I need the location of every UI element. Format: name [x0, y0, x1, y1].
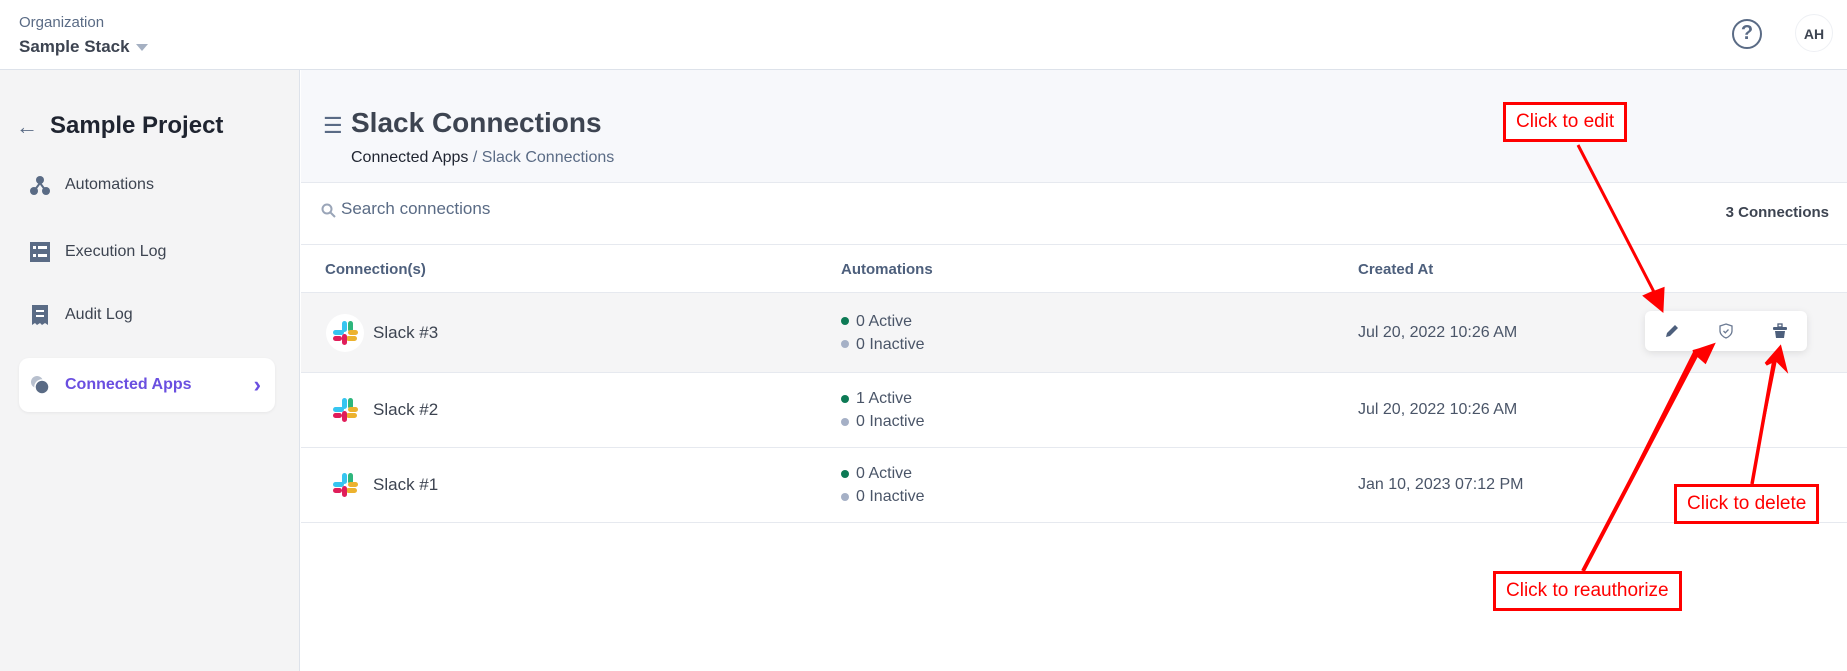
page-title: Slack Connections: [351, 107, 602, 138]
annotation-reauthorize: Click to reauthorize: [1493, 571, 1682, 611]
connections-count: 3 Connections: [1725, 204, 1829, 221]
connection-name: Slack #3: [373, 322, 439, 342]
connected-apps-icon: [29, 374, 51, 396]
slack-logo-icon: [326, 466, 364, 504]
inactive-dot-icon: [841, 340, 849, 349]
created-at: Jul 20, 2022 10:26 AM: [1358, 401, 1518, 418]
automation-counts: 0 Active 0 Inactive: [841, 462, 924, 508]
caret-down-icon: [135, 44, 148, 52]
inactive-count: 0 Inactive: [856, 488, 925, 505]
org-label: Organization: [19, 14, 105, 31]
sidebar-item-connected-apps[interactable]: Connected Apps ›: [19, 358, 275, 412]
active-dot-icon: [841, 394, 849, 403]
created-at: Jul 20, 2022 10:26 AM: [1358, 323, 1518, 341]
avatar[interactable]: AH: [1795, 14, 1833, 52]
sidebar-item-label: Connected Apps: [65, 376, 192, 393]
chevron-right-icon: ›: [253, 372, 261, 397]
active-count: 0 Active: [856, 465, 913, 482]
breadcrumb: Connected Apps / Slack Connections: [351, 149, 614, 167]
help-icon[interactable]: ?: [1732, 19, 1762, 49]
table-row[interactable]: Slack #1 0 Active 0 Inactive Jan 10, 202…: [301, 448, 1847, 523]
inactive-dot-icon: [841, 492, 849, 501]
sidebar-item-automations[interactable]: Automations: [19, 158, 275, 212]
inactive-count: 0 Inactive: [856, 335, 925, 353]
sidebar-item-audit-log[interactable]: Audit Log: [19, 288, 275, 342]
column-header-automations: Automations: [841, 261, 933, 278]
slack-logo-icon: [326, 391, 364, 429]
search-icon: [321, 203, 336, 223]
breadcrumb-separator: /: [468, 149, 482, 166]
edit-pencil-icon[interactable]: [1664, 323, 1680, 339]
slack-logo-icon: [326, 313, 364, 352]
automation-counts: 0 Active 0 Inactive: [841, 310, 924, 356]
org-selector[interactable]: Sample Stack: [19, 37, 148, 57]
active-dot-icon: [841, 317, 849, 326]
project-title: Sample Project: [50, 112, 224, 139]
reauthorize-shield-icon[interactable]: [1718, 323, 1734, 339]
table-row[interactable]: Slack #2 1 Active 0 Inactive Jul 20, 202…: [301, 373, 1847, 448]
arrow-left-icon[interactable]: ←: [16, 114, 38, 140]
row-actions: [1645, 311, 1807, 351]
active-count: 0 Active: [856, 312, 913, 330]
menu-icon[interactable]: ☰: [323, 113, 343, 139]
org-name: Sample Stack: [19, 37, 130, 56]
search-input[interactable]: [341, 199, 741, 219]
search-bar: 3 Connections: [301, 183, 1847, 245]
table-header: Connection(s) Automations Created At: [301, 245, 1847, 293]
inactive-count: 0 Inactive: [856, 413, 925, 430]
annotation-edit: Click to edit: [1503, 102, 1628, 142]
top-bar: Organization Sample Stack ? AH: [0, 0, 1847, 70]
breadcrumb-current: Slack Connections: [481, 149, 615, 166]
active-dot-icon: [841, 469, 849, 478]
inactive-dot-icon: [841, 417, 849, 426]
list-icon: [29, 241, 51, 263]
active-count: 1 Active: [856, 390, 913, 407]
connection-name: Slack #1: [373, 475, 439, 494]
automation-counts: 1 Active 0 Inactive: [841, 387, 924, 433]
column-header-connections: Connection(s): [325, 261, 426, 278]
breadcrumb-parent[interactable]: Connected Apps: [351, 149, 468, 166]
sidebar-item-label: Execution Log: [65, 243, 167, 260]
sidebar: ← Sample Project Automations Execution L…: [0, 70, 300, 671]
sidebar-item-execution-log[interactable]: Execution Log: [19, 225, 275, 279]
receipt-icon: [29, 304, 51, 326]
automation-nodes-icon: [29, 174, 51, 196]
annotation-delete: Click to delete: [1674, 484, 1820, 524]
connection-name: Slack #2: [373, 400, 439, 419]
sidebar-item-label: Audit Log: [65, 306, 133, 323]
table-row[interactable]: Slack #3 0 Active 0 Inactive Jul 20, 202…: [301, 293, 1847, 373]
delete-trash-icon[interactable]: [1772, 323, 1788, 339]
sidebar-item-label: Automations: [65, 176, 154, 193]
column-header-created-at: Created At: [1358, 261, 1434, 278]
created-at: Jan 10, 2023 07:12 PM: [1358, 476, 1524, 493]
